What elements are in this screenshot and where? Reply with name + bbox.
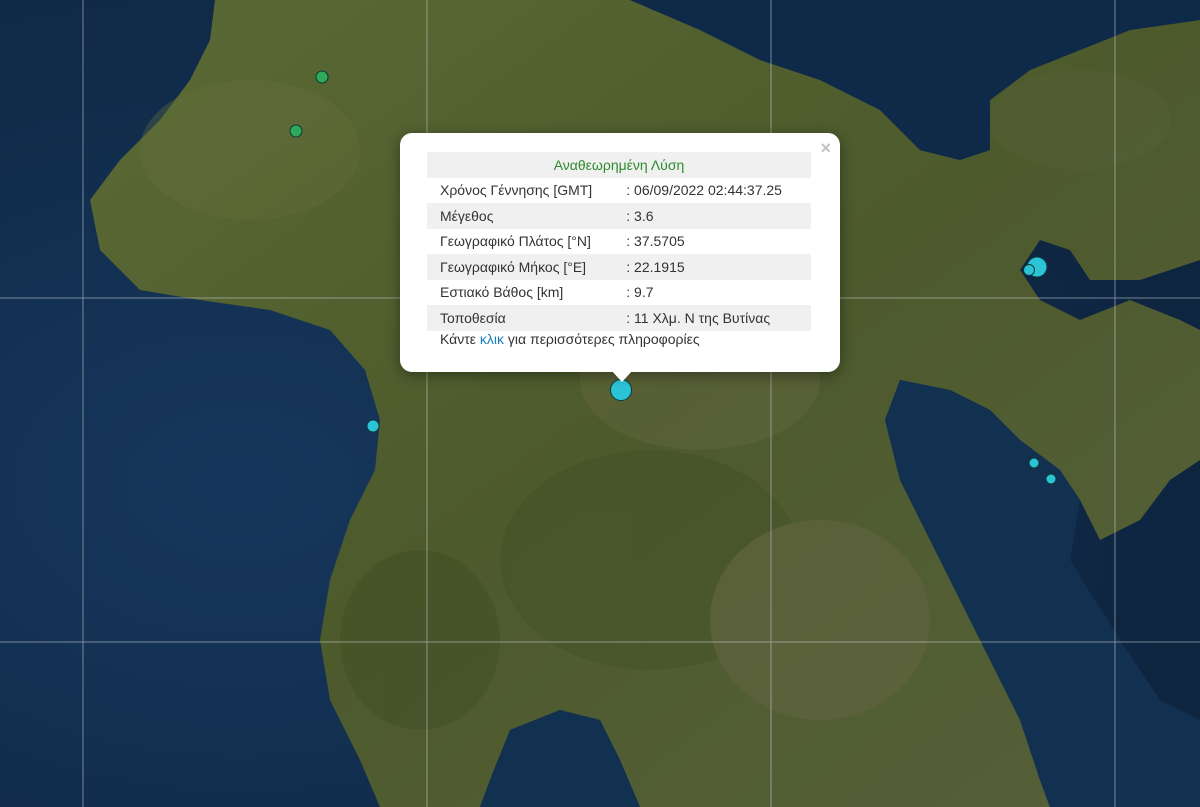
more-info-link[interactable]: κλικ [480,331,504,347]
earthquake-marker[interactable] [366,419,380,433]
detail-row: Μέγεθος: 3.6 [427,203,811,229]
earthquake-marker-selected[interactable] [610,379,632,401]
popup-title: Αναθεωρημένη Λύση [427,152,811,178]
earthquake-marker[interactable] [1028,457,1040,469]
detail-label: Εστιακό Βάθος [km] [440,284,564,301]
more-info-prefix: Κάντε [440,331,480,347]
satellite-map[interactable] [0,0,1200,807]
detail-value: : 3.6 [622,203,811,229]
more-info-text: Κάντε κλικ για περισσότερες πληροφορίες [440,331,700,347]
more-info-suffix: για περισσότερες πληροφορίες [504,331,700,347]
detail-value: : 9.7 [626,284,654,301]
close-icon[interactable]: × [820,138,831,158]
earthquake-marker[interactable] [289,124,303,138]
earthquake-marker[interactable] [1023,264,1035,276]
detail-label: Τοποθεσία [427,305,623,331]
detail-row: Γεωγραφικό Μήκος [°E]: 22.1915 [427,254,811,280]
detail-value: : 11 Χλμ. Ν της Βυτίνας [622,305,811,331]
earthquake-marker[interactable] [1045,473,1057,485]
earthquake-marker[interactable] [315,70,329,84]
detail-row: Χρόνος Γέννησης [GMT] : 06/09/2022 02:44:… [427,178,811,204]
detail-label: Γεωγραφικό Μήκος [°E] [427,254,623,280]
detail-value: : 37.5705 [626,233,685,250]
detail-row: Τοποθεσία: 11 Χλμ. Ν της Βυτίνας [427,305,811,331]
detail-label: Μέγεθος [427,203,623,229]
popup-tip [611,370,633,382]
detail-row: Εστιακό Βάθος [km] : 9.7 [427,280,811,306]
earthquake-details-table: Αναθεωρημένη Λύση Χρόνος Γέννησης [GMT]:… [427,152,811,331]
detail-label: Γεωγραφικό Πλάτος [°N] [440,233,591,250]
detail-value: : 06/09/2022 02:44:37.25 [626,182,782,199]
detail-row: Γεωγραφικό Πλάτος [°N] : 37.5705 [427,229,811,255]
earthquake-popup: × Αναθεωρημένη Λύση Χρόνος Γέννησης [GMT… [400,133,840,372]
detail-value: : 22.1915 [622,254,811,280]
detail-label: Χρόνος Γέννησης [GMT] [440,182,593,199]
